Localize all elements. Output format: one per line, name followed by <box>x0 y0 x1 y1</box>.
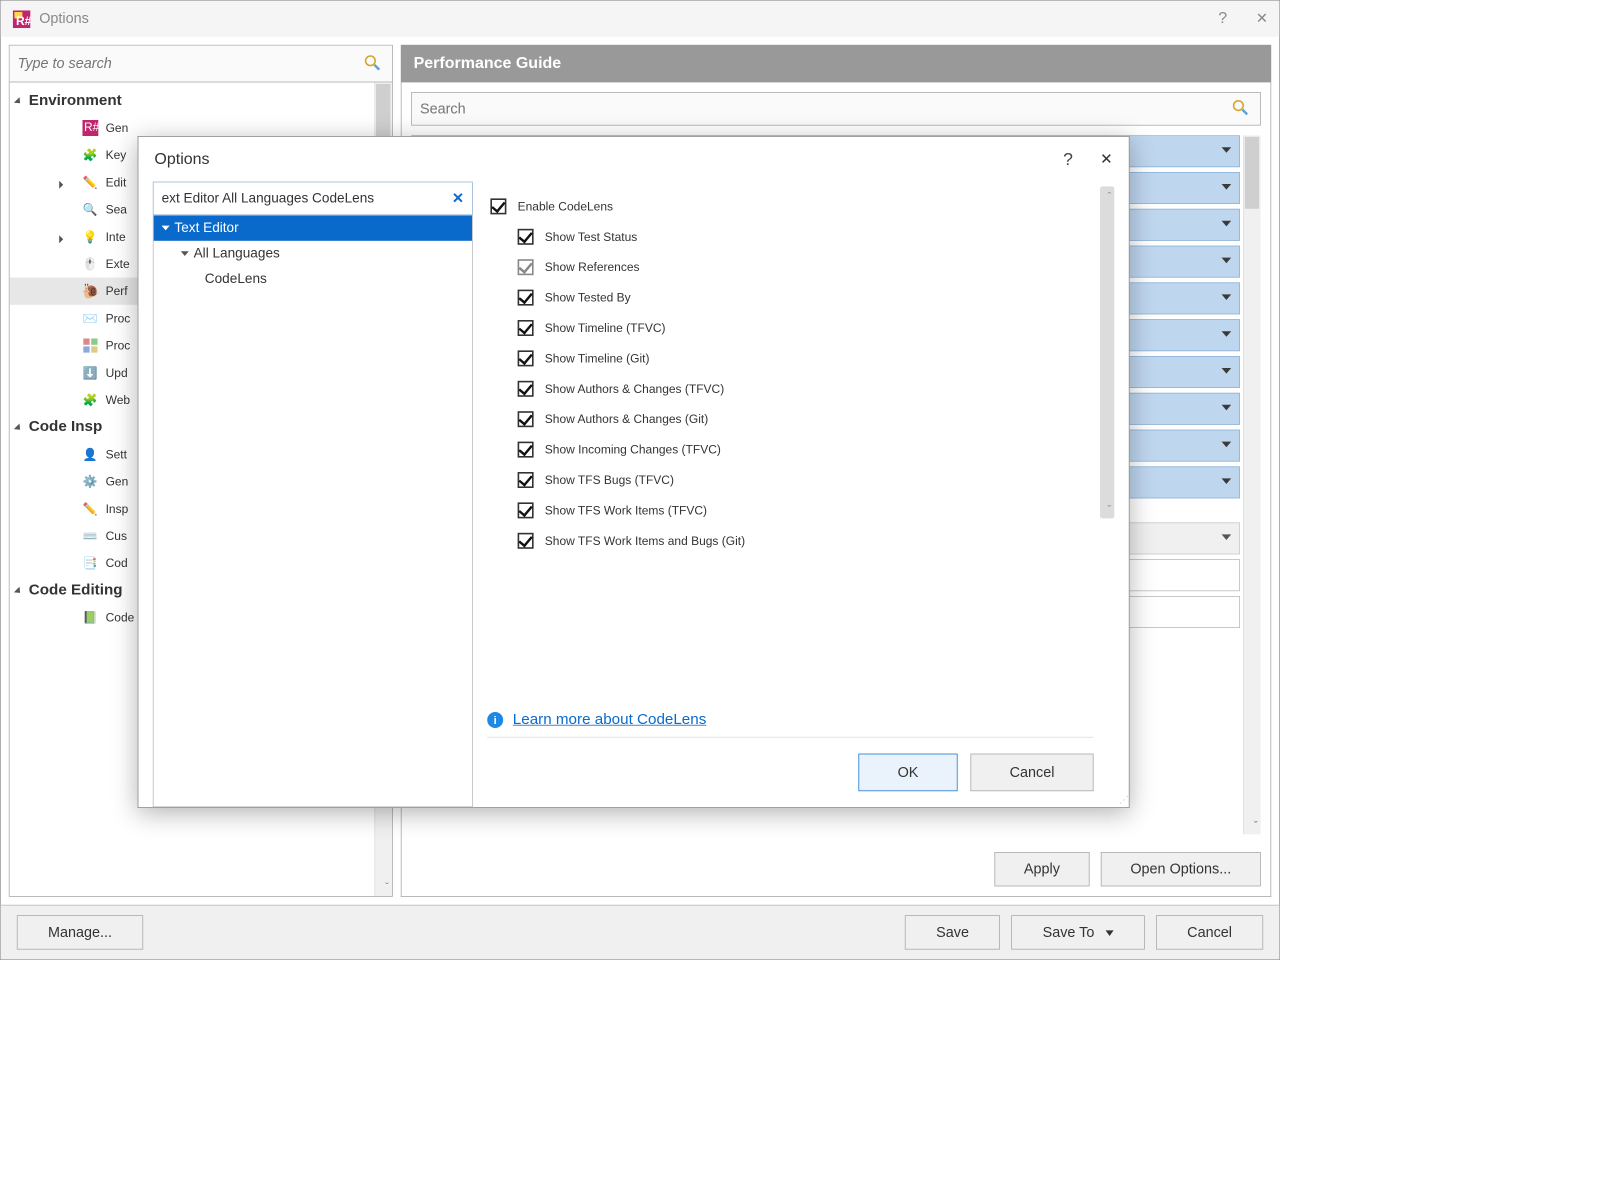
option-row[interactable]: Show Timeline (TFVC) <box>490 313 1090 343</box>
help-button[interactable]: ? <box>1218 10 1227 28</box>
checkbox[interactable] <box>518 320 534 336</box>
option-row[interactable]: Show Timeline (Git) <box>490 343 1090 373</box>
performance-guide-header: Performance Guide <box>401 45 1271 83</box>
option-label: Show Timeline (Git) <box>545 352 650 366</box>
modal-tree-text-editor[interactable]: Text Editor <box>154 215 472 241</box>
perf-search[interactable] <box>411 92 1261 126</box>
perf-search-input[interactable] <box>420 100 1231 117</box>
checkbox[interactable] <box>518 472 534 488</box>
option-label: Show References <box>545 260 640 274</box>
checkbox[interactable] <box>518 350 534 366</box>
right-scrollbar[interactable]: ˆˇ <box>1243 135 1261 834</box>
footer: Manage... Save Save To Cancel <box>1 905 1279 959</box>
checkbox[interactable] <box>518 502 534 518</box>
option-row[interactable]: Show Tested By <box>490 282 1090 312</box>
option-row[interactable]: Show Authors & Changes (Git) <box>490 404 1090 434</box>
option-row[interactable]: Show TFS Work Items and Bugs (Git) <box>490 526 1090 556</box>
svg-text:R#: R# <box>84 120 98 134</box>
close-button[interactable]: ✕ <box>1256 10 1268 27</box>
apply-button[interactable]: Apply <box>994 852 1089 886</box>
option-label: Show Timeline (TFVC) <box>545 321 666 335</box>
options-search-input[interactable] <box>18 55 364 72</box>
ok-button[interactable]: OK <box>858 754 957 792</box>
modal-title: Options <box>154 150 209 168</box>
resharper-icon: R# <box>12 9 31 28</box>
save-button[interactable]: Save <box>905 915 1000 949</box>
option-row[interactable]: Enable CodeLens <box>490 191 1090 221</box>
learn-more-link[interactable]: Learn more about CodeLens <box>513 711 707 729</box>
option-row[interactable]: Show TFS Work Items (TFVC) <box>490 495 1090 525</box>
modal-scrollbar[interactable]: ˆˇ <box>1100 186 1114 518</box>
option-row[interactable]: Show References <box>490 252 1090 282</box>
option-label: Enable CodeLens <box>518 200 613 214</box>
modal-tree[interactable]: Text Editor All Languages CodeLens <box>153 215 473 807</box>
checkbox[interactable] <box>518 442 534 458</box>
option-row[interactable]: Show Test Status <box>490 222 1090 252</box>
outer-options-window: R# Options ? ✕ Environment R#Gen 🧩Key ✏️… <box>0 0 1280 960</box>
option-label: Show TFS Work Items and Bugs (Git) <box>545 534 745 548</box>
open-options-button[interactable]: Open Options... <box>1101 852 1261 886</box>
modal-search[interactable]: ext Editor All Languages CodeLens ✕ <box>153 182 473 216</box>
modal-help-button[interactable]: ? <box>1063 149 1073 170</box>
modal-tree-all-languages[interactable]: All Languages <box>154 241 472 267</box>
svg-text:R#: R# <box>16 13 30 27</box>
option-row[interactable]: Show Incoming Changes (TFVC) <box>490 434 1090 464</box>
manage-button[interactable]: Manage... <box>17 915 143 949</box>
modal-cancel-button[interactable]: Cancel <box>970 754 1093 792</box>
vs-options-dialog: Options ? ✕ ext Editor All Languages Cod… <box>138 136 1130 808</box>
option-row[interactable]: Show TFS Bugs (TFVC) <box>490 465 1090 495</box>
titlebar: R# Options ? ✕ <box>1 1 1279 37</box>
clear-search-icon[interactable]: ✕ <box>452 190 464 207</box>
option-row[interactable]: Show Authors & Changes (TFVC) <box>490 374 1090 404</box>
option-label: Show Authors & Changes (Git) <box>545 412 708 426</box>
codelens-options: Enable CodeLens Show Test Status Show Refe… <box>487 182 1114 700</box>
modal-tree-codelens[interactable]: CodeLens <box>154 266 472 292</box>
checkbox[interactable] <box>518 411 534 427</box>
modal-close-button[interactable]: ✕ <box>1100 150 1113 168</box>
info-icon: i <box>487 712 503 728</box>
cancel-button[interactable]: Cancel <box>1156 915 1263 949</box>
modal-titlebar: Options ? ✕ <box>138 137 1128 182</box>
option-label: Show Tested By <box>545 291 631 305</box>
checkbox[interactable] <box>518 229 534 245</box>
option-label: Show TFS Work Items (TFVC) <box>545 504 707 518</box>
option-label: Show Incoming Changes (TFVC) <box>545 443 721 457</box>
window-title: Options <box>39 10 89 27</box>
checkbox[interactable] <box>518 533 534 549</box>
checkbox[interactable] <box>518 259 534 275</box>
resize-grip[interactable]: ⋰ <box>1119 794 1127 805</box>
option-label: Show Test Status <box>545 230 638 244</box>
modal-search-text: ext Editor All Languages CodeLens <box>162 190 374 206</box>
checkbox[interactable] <box>490 198 506 214</box>
checkbox[interactable] <box>518 381 534 397</box>
save-to-button[interactable]: Save To <box>1011 915 1144 949</box>
tree-cat-environment[interactable]: Environment <box>10 87 392 114</box>
checkbox[interactable] <box>518 290 534 306</box>
search-icon <box>363 53 384 74</box>
option-label: Show Authors & Changes (TFVC) <box>545 382 724 396</box>
option-label: Show TFS Bugs (TFVC) <box>545 473 674 487</box>
options-search[interactable] <box>10 46 392 83</box>
search-icon <box>1231 98 1252 119</box>
